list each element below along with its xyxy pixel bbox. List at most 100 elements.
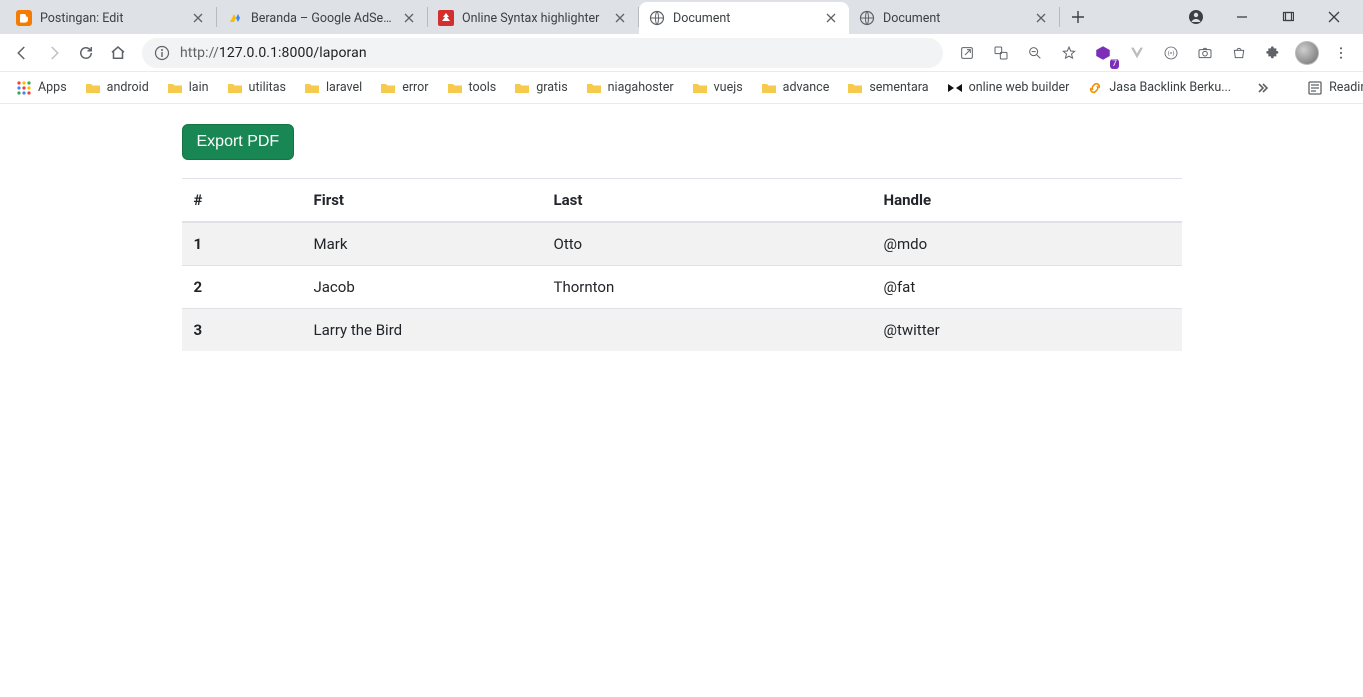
link-icon — [1087, 80, 1103, 96]
bookmark-advance[interactable]: advance — [755, 75, 836, 101]
bookmark-niagahoster[interactable]: niagahoster — [580, 75, 680, 101]
bookmark-tools[interactable]: tools — [441, 75, 503, 101]
bookmark-star-icon[interactable] — [1055, 39, 1083, 67]
folder-icon — [85, 80, 101, 96]
cell-num: 2 — [182, 266, 302, 309]
home-button[interactable] — [104, 39, 132, 67]
cell-last: Thornton — [542, 266, 872, 309]
close-icon[interactable] — [401, 10, 417, 26]
bowtie-icon — [947, 80, 963, 96]
folder-icon — [447, 80, 463, 96]
folder-icon — [514, 80, 530, 96]
tab-title: Online Syntax highlighter — [462, 11, 604, 26]
folder-icon — [847, 80, 863, 96]
browser-tab-strip: Postingan: Edit Beranda – Google AdSense… — [0, 0, 1363, 34]
page-content: Export PDF # First Last Handle 1 Mark Ot… — [0, 104, 1363, 351]
translate-icon[interactable] — [987, 39, 1015, 67]
folder-icon — [586, 80, 602, 96]
share-icon[interactable] — [953, 39, 981, 67]
table-row: 2 Jacob Thornton @fat — [182, 266, 1182, 309]
site-info-icon[interactable] — [154, 45, 170, 61]
chevrons-right-icon — [1255, 80, 1271, 96]
bookmark-utilitas[interactable]: utilitas — [221, 75, 292, 101]
export-pdf-button[interactable]: Export PDF — [182, 124, 295, 160]
camera-icon[interactable] — [1191, 39, 1219, 67]
table-header-row: # First Last Handle — [182, 179, 1182, 223]
address-bar[interactable]: http://127.0.0.1:8000/laporan — [142, 38, 943, 68]
close-window-button[interactable] — [1311, 0, 1357, 34]
extension-purple-icon[interactable]: 7 — [1089, 39, 1117, 67]
minimize-button[interactable] — [1219, 0, 1265, 34]
tab-document[interactable]: Document — [849, 2, 1059, 34]
forward-button[interactable] — [40, 39, 68, 67]
cell-handle: @twitter — [872, 309, 1182, 352]
tree-icon — [438, 10, 454, 26]
tab-document-active[interactable]: Document — [639, 2, 849, 34]
col-first: First — [302, 179, 542, 223]
back-button[interactable] — [8, 39, 36, 67]
blogger-icon — [16, 10, 32, 26]
bookmark-online-web-builder[interactable]: online web builder — [941, 75, 1076, 101]
tab-postingan-edit[interactable]: Postingan: Edit — [6, 2, 216, 34]
url-text: http://127.0.0.1:8000/laporan — [180, 45, 367, 61]
bookmark-android[interactable]: android — [79, 75, 155, 101]
folder-icon — [380, 80, 396, 96]
tab-separator — [1059, 7, 1060, 27]
cell-handle: @fat — [872, 266, 1182, 309]
tab-adsense[interactable]: Beranda – Google AdSense — [217, 2, 427, 34]
close-icon[interactable] — [612, 10, 628, 26]
cell-first: Mark — [302, 222, 542, 266]
zoom-out-icon[interactable] — [1021, 39, 1049, 67]
cell-first: Jacob — [302, 266, 542, 309]
bookmark-laravel[interactable]: laravel — [298, 75, 368, 101]
tab-title: Postingan: Edit — [40, 11, 182, 26]
devtools-icon[interactable]: {=} — [1157, 39, 1185, 67]
cell-handle: @mdo — [872, 222, 1182, 266]
apps-shortcut[interactable]: Apps — [10, 75, 73, 101]
bookmark-sementara[interactable]: sementara — [841, 75, 934, 101]
bookmark-gratis[interactable]: gratis — [508, 75, 573, 101]
shopping-icon[interactable] — [1225, 39, 1253, 67]
close-icon[interactable] — [1033, 10, 1049, 26]
extension-badge: 7 — [1110, 59, 1119, 69]
tab-title: Document — [673, 11, 815, 26]
data-table: # First Last Handle 1 Mark Otto @mdo 2 J… — [182, 178, 1182, 351]
globe-icon — [859, 10, 875, 26]
extensions-puzzle-icon[interactable] — [1259, 39, 1287, 67]
folder-icon — [761, 80, 777, 96]
folder-icon — [227, 80, 243, 96]
window-controls — [1173, 0, 1357, 34]
tab-syntax-highlighter[interactable]: Online Syntax highlighter — [428, 2, 638, 34]
new-tab-button[interactable] — [1064, 3, 1092, 31]
adsense-icon — [227, 10, 243, 26]
maximize-button[interactable] — [1265, 0, 1311, 34]
col-handle: Handle — [872, 179, 1182, 223]
vue-icon[interactable] — [1123, 39, 1151, 67]
account-icon[interactable] — [1173, 0, 1219, 34]
cell-last: Otto — [542, 222, 872, 266]
reading-list-icon — [1307, 80, 1323, 96]
apps-label: Apps — [38, 80, 67, 95]
cell-num: 3 — [182, 309, 302, 352]
reload-button[interactable] — [72, 39, 100, 67]
profile-avatar[interactable] — [1293, 39, 1321, 67]
close-icon[interactable] — [190, 10, 206, 26]
col-num: # — [182, 179, 302, 223]
bookmarks-bar: Apps android lain utilitas laravel error… — [0, 72, 1363, 104]
kebab-menu-icon[interactable] — [1327, 39, 1355, 67]
bookmark-error[interactable]: error — [374, 75, 434, 101]
toolbar-right-cluster: 7 {=} — [953, 39, 1355, 67]
close-icon[interactable] — [823, 10, 839, 26]
svg-text:{=}: {=} — [1168, 50, 1175, 57]
col-last: Last — [542, 179, 872, 223]
browser-toolbar: http://127.0.0.1:8000/laporan 7 {=} — [0, 34, 1363, 72]
bookmark-vuejs[interactable]: vuejs — [686, 75, 749, 101]
folder-icon — [167, 80, 183, 96]
reading-list[interactable]: Reading list — [1301, 75, 1363, 101]
bookmark-lain[interactable]: lain — [161, 75, 215, 101]
cell-first: Larry the Bird — [302, 309, 872, 352]
bookmarks-overflow[interactable] — [1249, 75, 1277, 101]
cell-num: 1 — [182, 222, 302, 266]
bookmark-jasa-backlink[interactable]: Jasa Backlink Berku... — [1081, 75, 1237, 101]
tab-title: Document — [883, 11, 1025, 26]
